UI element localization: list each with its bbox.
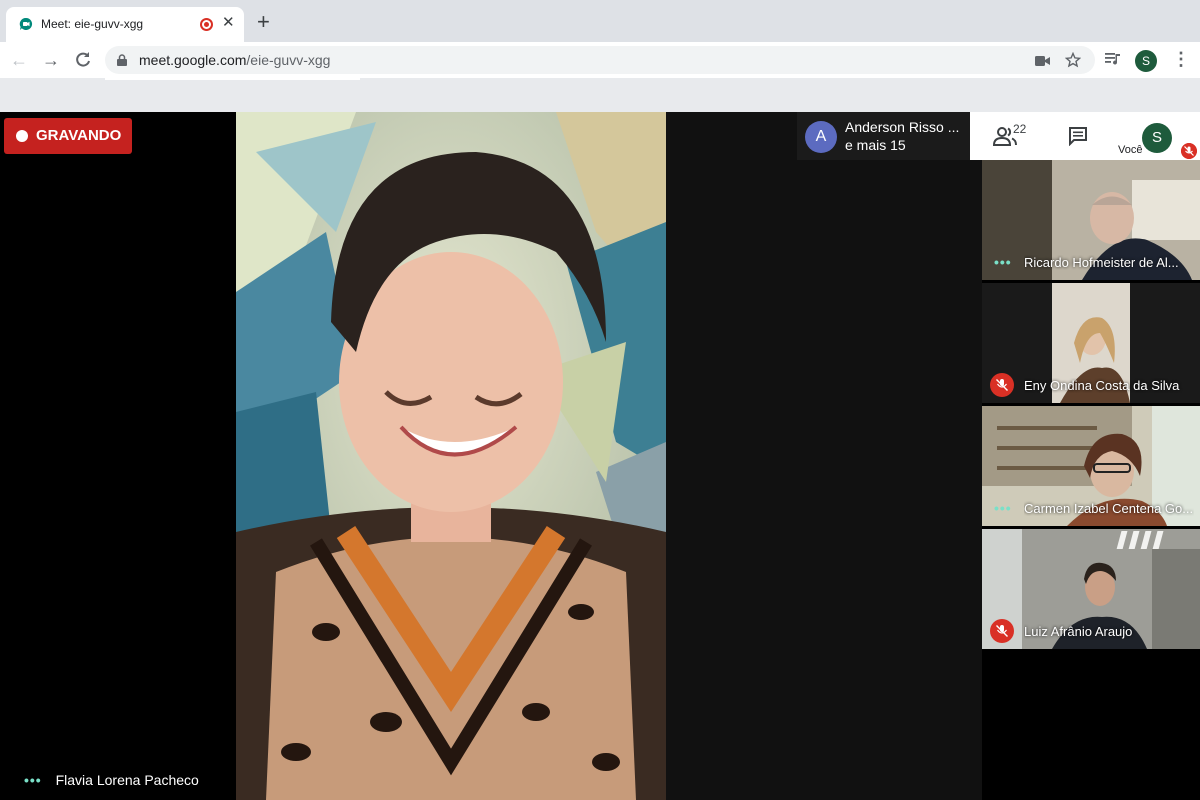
bookmark-star-icon[interactable] [1065, 52, 1081, 68]
meet-stage: GRAVANDO ••• Flavia Lorena Pacheco A And… [0, 112, 1200, 800]
participant-name: Anderson Risso ... [845, 119, 960, 135]
recording-dot-icon [16, 130, 28, 142]
main-speaker-name: Flavia Lorena Pacheco [55, 772, 199, 788]
forward-icon[interactable]: → [41, 50, 61, 70]
lock-icon [117, 54, 127, 66]
chat-icon[interactable] [1068, 126, 1088, 146]
omnibox-dropdown-edge [105, 78, 360, 80]
self-label: Você [1118, 144, 1143, 156]
mic-off-icon [990, 373, 1014, 397]
recording-badge: GRAVANDO [4, 118, 132, 154]
participant-tile[interactable]: ••• Carmen Izabel Centena Go... [982, 406, 1200, 526]
close-tab-icon[interactable]: ✕ [222, 14, 235, 32]
meet-favicon-icon [19, 17, 33, 30]
profile-avatar[interactable]: S [1135, 50, 1157, 72]
tab-meet[interactable]: Meet: eie-guvv-xgg ✕ [6, 7, 244, 42]
reload-icon[interactable] [74, 51, 92, 69]
new-tab-button[interactable]: + [257, 11, 270, 33]
address-bar[interactable]: meet.google.com/eie-guvv-xgg [105, 46, 1095, 74]
participant-name: Luiz Afrânio Araujo [1024, 624, 1133, 639]
bookmark-bar [0, 78, 1200, 112]
mic-off-icon [990, 619, 1014, 643]
speaker-video-image [236, 112, 666, 800]
main-speaker-video [236, 112, 666, 800]
speaking-indicator-icon: ••• [994, 500, 1012, 516]
speaking-indicator-icon: ••• [994, 254, 1012, 270]
browser-window: Meet: eie-guvv-xgg ✕ + ← → meet.google.c… [0, 0, 1200, 800]
url-path: /eie-guvv-xgg [246, 52, 331, 68]
participant-avatar: A [805, 121, 837, 153]
media-control-icon[interactable] [1104, 50, 1122, 68]
participant-tile[interactable]: ••• Ricardo Hofmeister de Al... [982, 160, 1200, 280]
meet-top-controls: 22 S Você [970, 112, 1200, 160]
self-avatar[interactable]: S [1142, 123, 1172, 153]
recording-label: GRAVANDO [36, 127, 122, 144]
participant-name: Carmen Izabel Centena Go... [1024, 501, 1194, 516]
participant-tile[interactable]: Luiz Afrânio Araujo [982, 529, 1200, 649]
people-count: 22 [1013, 122, 1027, 136]
url-text: meet.google.com/eie-guvv-xgg [139, 52, 330, 68]
url-host: meet.google.com [139, 52, 247, 68]
camera-in-use-icon[interactable] [1035, 53, 1051, 69]
browser-menu-icon[interactable]: ⋮ [1172, 49, 1190, 70]
browser-toolbar: ← → meet.google.com/eie-guvv-xgg [0, 42, 1200, 78]
tab-strip: Meet: eie-guvv-xgg ✕ + [0, 0, 1200, 42]
participants-more: e mais 15 [845, 137, 906, 153]
participant-name: Ricardo Hofmeister de Al... [1024, 255, 1179, 270]
speaking-indicator-icon: ••• [24, 772, 42, 788]
participant-name: Eny Ondina Costa da Silva [1024, 378, 1180, 393]
participant-tile[interactable]: Eny Ondina Costa da Silva [982, 283, 1200, 403]
self-mic-off-icon [1181, 143, 1197, 159]
participants-summary[interactable]: A Anderson Risso ... e mais 15 [797, 112, 970, 160]
tab-title: Meet: eie-guvv-xgg [41, 17, 144, 31]
recording-indicator-icon [200, 18, 213, 31]
back-icon[interactable]: ← [9, 50, 29, 70]
main-speaker-label: ••• Flavia Lorena Pacheco [24, 772, 199, 788]
stage-background [666, 112, 982, 800]
